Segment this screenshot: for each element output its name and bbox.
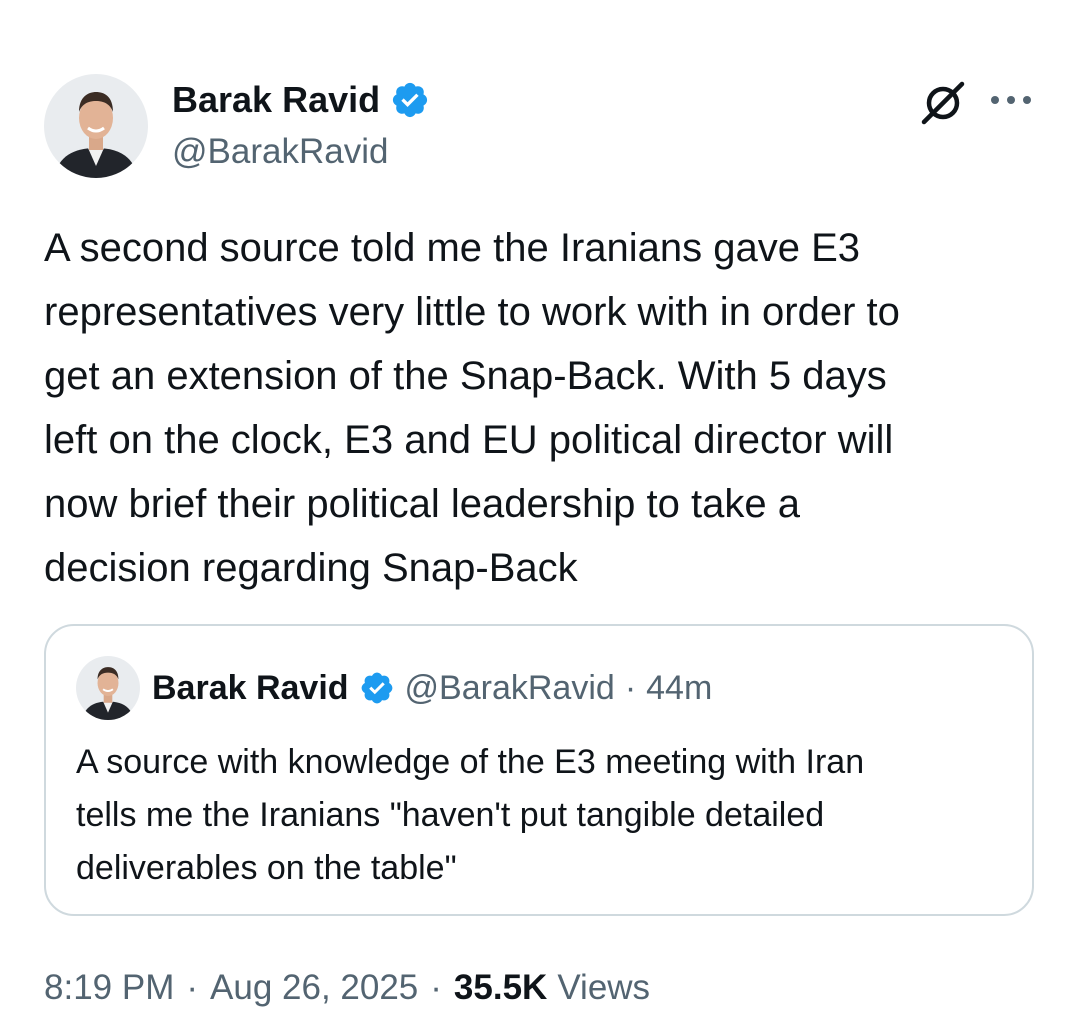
views-count[interactable]: 35.5K [454,966,547,1010]
quoted-tweet[interactable]: Barak Ravid @BarakRavid · 44m A source w… [44,624,1034,916]
post-time[interactable]: 8:19 PM [44,966,174,1010]
author-name-text: Barak Ravid [172,79,381,120]
post-date[interactable]: Aug 26, 2025 [210,966,418,1010]
author-handle[interactable]: @BarakRavid [172,130,388,174]
quoted-timestamp[interactable]: 44m [646,666,712,710]
verified-badge-icon [359,670,395,706]
quoted-author-handle[interactable]: @BarakRavid [405,666,615,710]
tweet: Barak Ravid @BarakRavid A second source … [0,0,1072,1031]
author-name[interactable]: Barak Ravid [172,78,430,122]
grok-icon[interactable] [918,78,968,128]
views-label: Views [557,968,651,1007]
tweet-text: A second source told me the Iranians gav… [44,226,900,590]
quoted-tweet-text: A source with knowledge of the E3 meetin… [76,743,865,887]
quoted-author-name[interactable]: Barak Ravid [152,666,349,710]
author-avatar[interactable] [44,74,148,178]
more-options-icon[interactable] [988,90,1034,110]
meta-separator: · [186,968,199,1007]
quoted-separator: · [624,669,637,707]
quoted-author-avatar[interactable] [76,656,140,720]
verified-badge-icon [390,80,430,120]
meta-separator: · [430,968,442,1007]
quoted-tweet-header: Barak Ravid @BarakRavid · 44m [152,666,712,710]
tweet-meta: 8:19 PM · Aug 26, 2025 · 35.5K Views [44,966,650,1010]
